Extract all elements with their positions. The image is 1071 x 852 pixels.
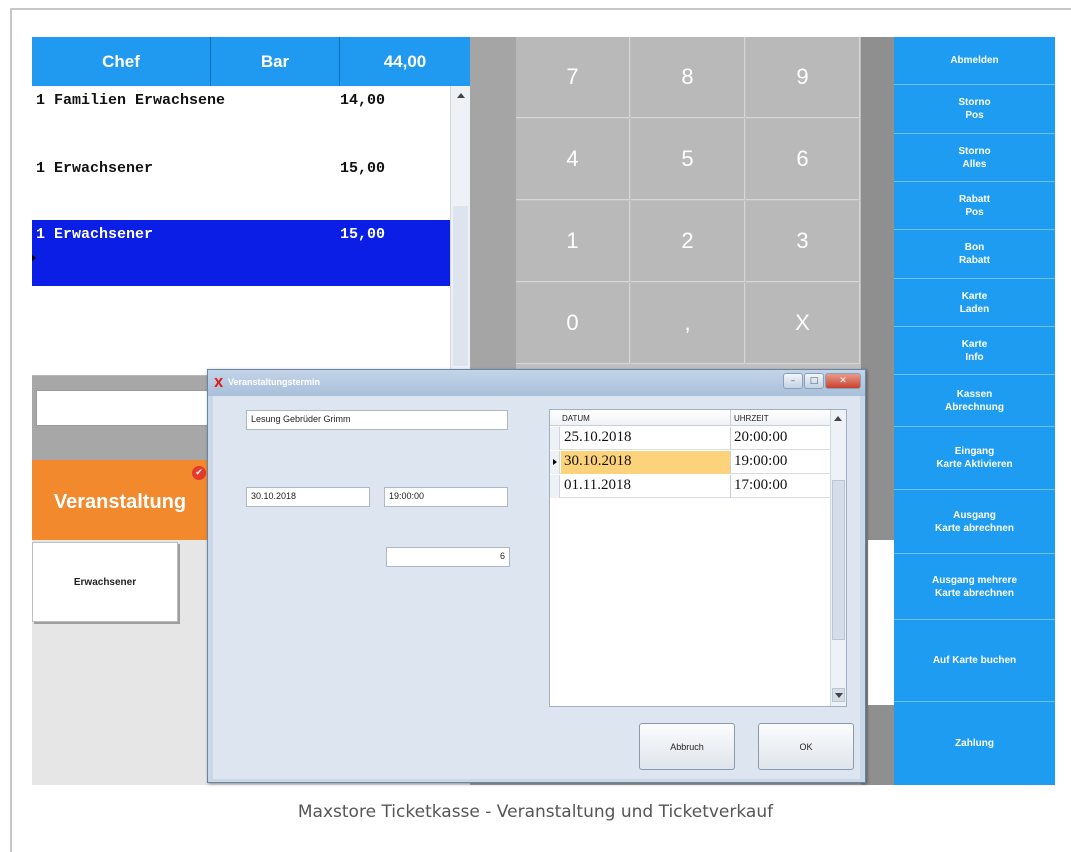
storno-pos-button[interactable]: Storno Pos	[894, 85, 1055, 134]
zahlung-button[interactable]: Zahlung	[894, 702, 1055, 785]
row-pointer-icon	[553, 459, 557, 465]
product-tile-erwachsener[interactable]: Erwachsener	[32, 542, 178, 622]
ausgang-mehrere-karte-abrechnen-button[interactable]: Ausgang mehrere Karte abrechnen	[894, 554, 1055, 620]
row-header	[550, 451, 560, 474]
header-payment: Bar	[211, 37, 339, 86]
numpad-key-9[interactable]: 9	[746, 37, 860, 118]
ausgang-karte-abrechnen-button[interactable]: Ausgang Karte abrechnen	[894, 490, 1055, 554]
grid-header: DATUM UHRZEIT	[550, 410, 830, 426]
eingang-karte-aktivieren-button[interactable]: Eingang Karte Aktivieren	[894, 427, 1055, 490]
grid-scrollbar[interactable]	[830, 410, 846, 706]
scroll-thumb[interactable]	[832, 480, 845, 640]
logout-button[interactable]: Abmelden	[894, 37, 1055, 85]
row-pointer-icon	[32, 255, 36, 261]
numpad-key-clear[interactable]: X	[746, 283, 860, 364]
header-divider	[210, 37, 211, 86]
dialog-title: Veranstaltungstermin	[228, 377, 321, 387]
header-total: 44,00	[340, 37, 470, 86]
numpad-key-5[interactable]: 5	[631, 119, 745, 200]
event-name-field[interactable]: Lesung Gebrüder Grimm	[246, 410, 508, 430]
cancel-button[interactable]: Abbruch	[639, 723, 735, 770]
app-icon: X	[214, 376, 224, 390]
karte-info-button[interactable]: Karte Info	[894, 327, 1055, 375]
screenshot-frame: Chef Bar 44,00 1 Familien Erwachsene 14,…	[0, 0, 1071, 852]
numpad: 7 8 9 4 5 6 1 2 3 0 , X	[516, 37, 861, 373]
grid-row-selected[interactable]: 30.10.2018 19:00:00	[550, 451, 830, 474]
numpad-key-6[interactable]: 6	[746, 119, 860, 200]
dialog-titlebar[interactable]: X Veranstaltungstermin – □ ✕	[208, 370, 865, 396]
white-strip	[868, 540, 894, 705]
date-field[interactable]: 30.10.2018	[246, 487, 370, 507]
grid-row[interactable]: 01.11.2018 17:00:00	[550, 475, 830, 498]
numpad-key-8[interactable]: 8	[631, 37, 745, 118]
order-item-price: 15,00	[340, 160, 386, 177]
row-header	[550, 427, 560, 450]
order-item-price: 14,00	[340, 92, 386, 109]
kassen-abrechnung-button[interactable]: Kassen Abrechnung	[894, 375, 1055, 427]
numpad-key-7[interactable]: 7	[516, 37, 630, 118]
grid-header-divider	[730, 410, 731, 426]
row-header	[550, 475, 560, 498]
grid-row[interactable]: 25.10.2018 20:00:00	[550, 427, 830, 450]
grid-cell-time[interactable]: 17:00:00	[731, 475, 830, 498]
grid-cell-time[interactable]: 20:00:00	[731, 427, 830, 450]
numpad-key-3[interactable]: 3	[746, 201, 860, 282]
order-row-selected[interactable]: 1 Erwachsener 15,00	[32, 220, 450, 286]
order-list[interactable]: 1 Familien Erwachsene 14,00 1 Erwachsene…	[32, 86, 470, 376]
grid-cell-date[interactable]: 25.10.2018	[561, 427, 731, 450]
quantity-field[interactable]: 6	[386, 547, 510, 567]
minimize-icon[interactable]: –	[783, 373, 803, 389]
frame-border-left	[10, 8, 12, 852]
grid-header-date[interactable]: DATUM	[562, 414, 590, 423]
date-grid[interactable]: DATUM UHRZEIT 25.10.2018 20:00:00 30.10.…	[549, 409, 847, 707]
grid-cell-time[interactable]: 19:00:00	[731, 451, 830, 474]
order-item-name: 1 Erwachsener	[36, 226, 154, 243]
grid-header-time[interactable]: UHRZEIT	[734, 414, 769, 423]
order-row[interactable]: 1 Erwachsener 15,00	[32, 154, 450, 220]
bon-rabatt-button[interactable]: Bon Rabatt	[894, 230, 1055, 279]
grid-cell-date[interactable]: 30.10.2018	[561, 451, 731, 474]
image-caption: Maxstore Ticketkasse - Veranstaltung und…	[297, 802, 774, 822]
order-item-price: 15,00	[340, 226, 386, 243]
scroll-up-icon[interactable]	[834, 416, 842, 421]
order-item-name: 1 Familien Erwachsene	[36, 92, 226, 109]
header-waiter: Chef	[32, 37, 210, 86]
numpad-key-4[interactable]: 4	[516, 119, 630, 200]
check-icon: ✔	[192, 466, 206, 480]
time-field[interactable]: 19:00:00	[384, 487, 508, 507]
function-column: Abmelden Storno Pos Storno Alles Rabatt …	[894, 37, 1055, 785]
numpad-key-1[interactable]: 1	[516, 201, 630, 282]
rabatt-pos-button[interactable]: Rabatt Pos	[894, 182, 1055, 230]
header-divider	[339, 37, 340, 86]
scroll-thumb[interactable]	[453, 206, 468, 366]
order-item-name: 1 Erwachsener	[36, 160, 154, 177]
auf-karte-buchen-button[interactable]: Auf Karte buchen	[894, 620, 1055, 702]
tab-veranstaltung[interactable]: Veranstaltung	[32, 460, 208, 540]
maximize-icon[interactable]: □	[804, 373, 824, 389]
close-icon[interactable]: ✕	[825, 373, 861, 389]
frame-border-top	[10, 8, 1071, 10]
numpad-key-2[interactable]: 2	[631, 201, 745, 282]
order-list-scrollbar[interactable]	[450, 86, 470, 376]
scan-input[interactable]	[36, 390, 236, 426]
grid-cell-date[interactable]: 01.11.2018	[561, 475, 731, 498]
numpad-key-0[interactable]: 0	[516, 283, 630, 364]
karte-laden-button[interactable]: Karte Laden	[894, 279, 1055, 327]
storno-alles-button[interactable]: Storno Alles	[894, 134, 1055, 182]
ok-button[interactable]: OK	[758, 723, 854, 770]
scroll-up-icon[interactable]	[457, 93, 465, 98]
numpad-key-comma[interactable]: ,	[631, 283, 745, 364]
order-row[interactable]: 1 Familien Erwachsene 14,00	[32, 86, 450, 152]
scroll-down-icon[interactable]	[832, 688, 845, 702]
